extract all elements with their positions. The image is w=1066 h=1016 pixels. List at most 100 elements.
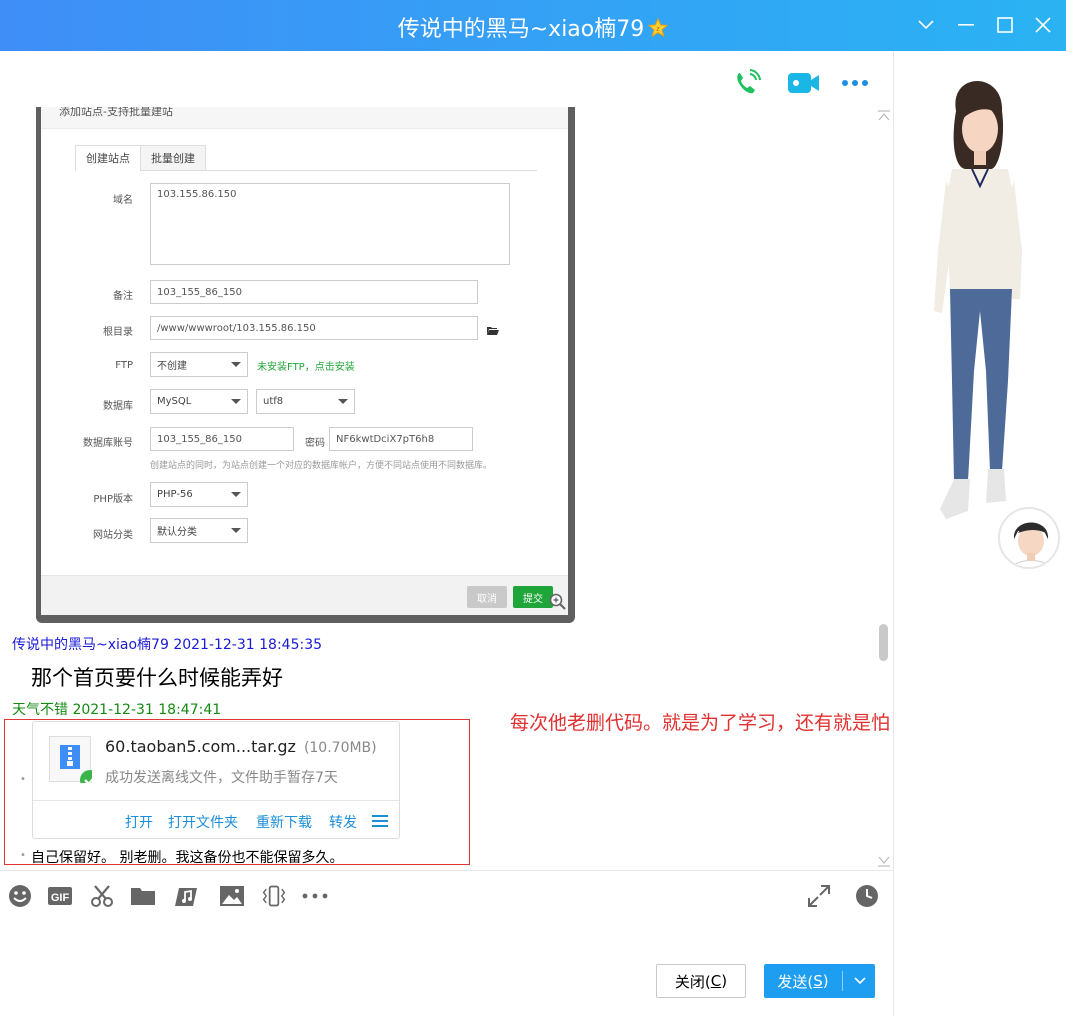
domain-textarea[interactable]: 103.155.86.150 (150, 183, 510, 265)
file-actions: 打开 打开文件夹 重新下载 转发 (33, 800, 399, 838)
close-button-key: C (710, 972, 722, 990)
forward-link[interactable]: 转发 (329, 812, 357, 832)
db-account-input[interactable]: 103_155_86_150 (150, 427, 294, 451)
window-title-text: 传说中的黑马~xiao楠79 (397, 17, 645, 42)
charset-select-value: utf8 (263, 396, 284, 407)
tab-batch-create[interactable]: 批量创建 (140, 145, 206, 171)
send-button-divider (842, 971, 843, 991)
add-site-dialog: 添加站点-支持批量建站 创建站点 批量创建 域名 103.155.86.150 … (41, 107, 568, 615)
category-select[interactable]: 默认分类 (150, 518, 248, 543)
database-label: 数据库 (103, 401, 133, 412)
chevron-down-icon[interactable] (913, 12, 939, 38)
maximize-icon[interactable] (992, 12, 1018, 38)
star-badge-icon: z (648, 18, 669, 38)
password-input[interactable]: NF6kwtDciX7pT6h8 (329, 427, 473, 451)
remark-label: 备注 (113, 291, 133, 302)
remark-input[interactable]: 103_155_86_150 (150, 280, 478, 304)
music-icon[interactable] (174, 883, 200, 909)
open-file-link[interactable]: 打开 (125, 812, 153, 832)
video-icon[interactable] (787, 67, 821, 99)
dialog-header: 添加站点-支持批量建站 (41, 107, 568, 129)
my-avatar-image[interactable] (998, 507, 1060, 569)
php-label: PHP版本 (93, 494, 133, 505)
phone-icon[interactable] (731, 67, 763, 99)
expand-icon[interactable] (806, 883, 832, 909)
shake-icon[interactable] (261, 883, 287, 909)
file-size: (10.70MB) (303, 740, 377, 756)
scroll-down-icon[interactable] (877, 852, 891, 871)
message-text-2: 自己保留好。 别老删。我这备份也不能保留多久。 (31, 850, 344, 866)
password-label: 密码 (305, 438, 325, 449)
dialog-tabs: 创建站点 批量创建 (75, 145, 537, 171)
dialog-header-text: 添加站点-支持批量建站 (59, 107, 173, 118)
input-toolbar: GIF (0, 870, 893, 918)
database-select-value: MySQL (157, 396, 192, 407)
scissors-icon[interactable] (89, 883, 115, 909)
scroll-up-icon[interactable] (877, 107, 891, 126)
history-icon[interactable] (854, 883, 880, 909)
scrollbar-thumb[interactable] (879, 624, 888, 661)
db-hint: 创建站点的同时，为站点创建一个对应的数据库帐户，方便不同站点使用不同数据库。 (150, 461, 493, 471)
close-button-suffix: ) (721, 972, 728, 990)
tab-create-site[interactable]: 创建站点 (75, 145, 141, 171)
gif-icon[interactable]: GIF (47, 883, 73, 909)
charset-select[interactable]: utf8 (256, 389, 355, 414)
file-card[interactable]: 60.taoban5.com...tar.gz (10.70MB) 成功发送离线文… (32, 721, 400, 839)
archive-file-icon (49, 736, 100, 790)
chat-window: 传说中的黑马~xiao楠79 z 添加站点-支持批量建站 创建站点 批量创建 域… (0, 0, 1066, 1016)
send-button[interactable]: 发送(S) (764, 964, 875, 998)
database-select[interactable]: MySQL (150, 389, 248, 414)
domain-label: 域名 (113, 195, 133, 206)
folder-open-icon[interactable] (486, 321, 499, 340)
caret-down-icon (231, 362, 241, 367)
minimize-icon[interactable] (953, 12, 979, 38)
bullet: • (20, 850, 26, 861)
dialog-footer: 取消 提交 (41, 575, 568, 615)
send-button-suffix: ) (822, 972, 829, 990)
db-account-label: 数据库账号 (83, 438, 133, 449)
title-bar: 传说中的黑马~xiao楠79 z (0, 0, 1066, 51)
file-status: 成功发送离线文件，文件助手暂存7天 (105, 770, 338, 786)
svg-text:GIF: GIF (51, 892, 70, 904)
caret-down-icon (231, 528, 241, 533)
caret-down-icon (231, 399, 241, 404)
ftp-label: FTP (115, 360, 133, 371)
more-icon[interactable] (302, 883, 328, 909)
redownload-link[interactable]: 重新下载 (256, 812, 312, 832)
svg-text:z: z (657, 26, 661, 33)
caret-down-icon (231, 492, 241, 497)
ftp-install-link[interactable]: 未安装FTP，点击安装 (257, 358, 355, 373)
contact-show-panel (893, 51, 1066, 1016)
image-icon[interactable] (219, 883, 245, 909)
send-button-label-wrap[interactable]: 发送(S) (764, 964, 842, 998)
message-sender-2: 天气不错 2021-12-31 18:47:41 (12, 702, 222, 718)
category-select-value: 默认分类 (157, 527, 197, 538)
send-button-label: 发送( (777, 972, 814, 991)
submit-button[interactable]: 提交 (513, 586, 553, 608)
ftp-select-value: 不创建 (157, 361, 187, 372)
open-folder-link[interactable]: 打开文件夹 (168, 812, 238, 832)
cancel-button[interactable]: 取消 (467, 586, 507, 608)
chevron-down-icon[interactable] (844, 964, 875, 998)
message-text-1: 那个首页要什么时候能弄好 (31, 666, 283, 690)
message-sender-1: 传说中的黑马~xiao楠79 2021-12-31 18:45:35 (12, 637, 323, 653)
window-title: 传说中的黑马~xiao楠79 z (0, 11, 1066, 43)
file-name: 60.taoban5.com...tar.gz (10.70MB) (105, 737, 377, 756)
bullet: • (20, 774, 26, 785)
menu-icon[interactable] (372, 813, 388, 832)
close-icon[interactable] (1030, 12, 1056, 38)
zoom-in-icon[interactable] (549, 593, 567, 615)
php-select-value: PHP-56 (157, 489, 193, 500)
root-input[interactable]: /www/wwwroot/103.155.86.150 (150, 316, 478, 340)
close-button[interactable]: 关闭(C) (656, 964, 746, 998)
send-button-key: S (813, 972, 823, 990)
emoji-icon[interactable] (7, 883, 33, 909)
root-label: 根目录 (103, 327, 133, 338)
screenshot-image[interactable]: 添加站点-支持批量建站 创建站点 批量创建 域名 103.155.86.150 … (36, 107, 575, 623)
category-label: 网站分类 (93, 530, 133, 541)
php-select[interactable]: PHP-56 (150, 482, 248, 507)
folder-icon[interactable] (130, 883, 156, 909)
more-icon[interactable] (840, 67, 872, 99)
ftp-select[interactable]: 不创建 (150, 352, 248, 377)
avatar-character-image (934, 81, 1022, 519)
